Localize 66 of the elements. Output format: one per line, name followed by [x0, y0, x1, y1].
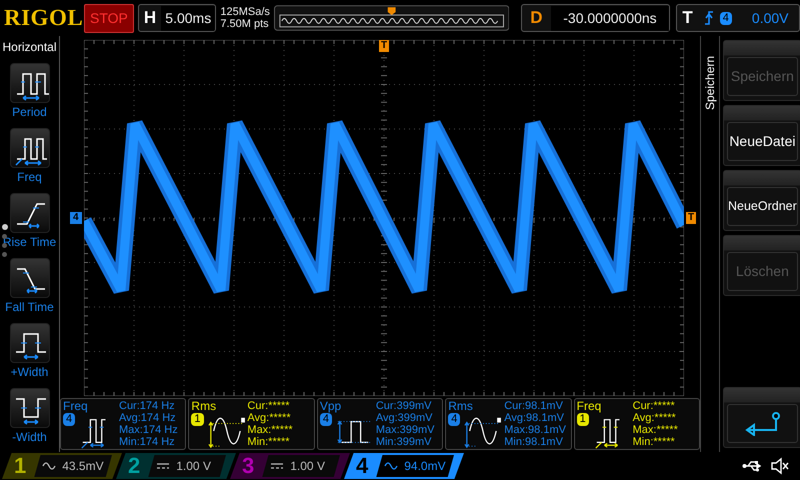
measurement-value: Min:399mV — [376, 436, 432, 448]
measurement-value: Min:174 Hz — [119, 436, 176, 448]
measurement-name: Freq — [576, 400, 602, 413]
sidebar-title: Horizontal — [2, 39, 57, 56]
measurement-value: Max:399mV — [376, 424, 435, 436]
measurement-value: Avg:***** — [247, 412, 292, 424]
measurement-value: Max:98.1mV — [504, 424, 566, 436]
channel-number: 4 — [355, 454, 370, 478]
channel-tab[interactable]: 2 1.00 V — [116, 453, 236, 479]
channel-scale: 1.00 V — [176, 458, 211, 475]
channel-tab[interactable]: 3 1.00 V — [230, 453, 350, 479]
channel-scale: 43.5mV — [62, 458, 104, 475]
channel-badge: 4 — [63, 413, 76, 426]
measurement-value: Cur:98.1mV — [504, 400, 564, 412]
measurement-name: Vpp — [320, 400, 342, 413]
measurement-value: Min:98.1mV — [504, 436, 564, 448]
back-button[interactable] — [723, 387, 800, 448]
channel-scale: 1.00 V — [290, 458, 325, 475]
channel-badge: 4 — [320, 413, 332, 426]
measurement-value: Max:174 Hz — [119, 424, 178, 436]
measurement-name: Freq — [63, 400, 89, 413]
menu-title: Speichern — [702, 54, 718, 110]
measurement-value: Avg:174 Hz — [119, 412, 177, 424]
channel-number: 1 — [13, 454, 28, 478]
trigger-level: 0.00V — [752, 8, 788, 28]
usb-icon — [742, 460, 764, 472]
menu-button[interactable]: NeueDatei — [723, 105, 800, 166]
speaker-muted-icon — [770, 456, 790, 476]
menu-button[interactable]: NeueOrdner — [723, 170, 800, 231]
channel-marker: 4 — [70, 212, 82, 224]
measurement-value: Cur:***** — [632, 400, 676, 412]
measurement-value: Min:***** — [632, 436, 676, 448]
channel-number: 3 — [241, 454, 256, 478]
measurement-value: Avg:***** — [632, 412, 677, 424]
measurement-value: Max:***** — [632, 424, 678, 436]
dc-coupling-icon — [156, 461, 170, 471]
channel-badge: 1 — [191, 413, 204, 426]
measurement-value: Cur:***** — [247, 400, 291, 412]
trigger-label: T — [681, 7, 694, 30]
sample-rate: 125MSa/s — [220, 6, 270, 18]
measurement-value: Cur:399mV — [376, 400, 432, 412]
measurement-value: Max:***** — [247, 424, 293, 436]
run-stop-button[interactable]: STOP — [84, 4, 134, 32]
trigger-channel: 4 — [720, 12, 732, 24]
measurement-value: Cur:174 Hz — [119, 400, 176, 412]
logo: RIGOL — [4, 4, 80, 32]
measurement-value: Avg:98.1mV — [504, 412, 565, 424]
channel-scale: 94.0mV — [404, 458, 446, 475]
channel-badge: 1 — [576, 413, 589, 426]
measurement-name: Rms — [191, 400, 218, 413]
delay-display[interactable]: D -30.0000000ns — [521, 4, 670, 32]
memory-depth: 7.50M pts — [220, 18, 270, 30]
trigger-position-marker: T — [379, 40, 390, 52]
ac-coupling-icon — [384, 461, 398, 471]
channel-tab[interactable]: 1 43.5mV — [2, 453, 122, 479]
channel-badge: 4 — [448, 413, 460, 426]
dc-coupling-icon — [270, 461, 284, 471]
measurement-name: Rms — [448, 400, 474, 413]
timebase-display[interactable]: H 5.00ms — [138, 4, 216, 32]
channel-number: 2 — [127, 454, 142, 478]
trigger-level-marker: T — [686, 212, 696, 224]
measurement-value: Min:***** — [247, 436, 291, 448]
rising-edge-icon — [704, 11, 714, 25]
channel-tab[interactable]: 4 94.0mV — [344, 453, 464, 479]
ac-coupling-icon — [42, 461, 56, 471]
measurement-value: Avg:399mV — [376, 412, 434, 424]
